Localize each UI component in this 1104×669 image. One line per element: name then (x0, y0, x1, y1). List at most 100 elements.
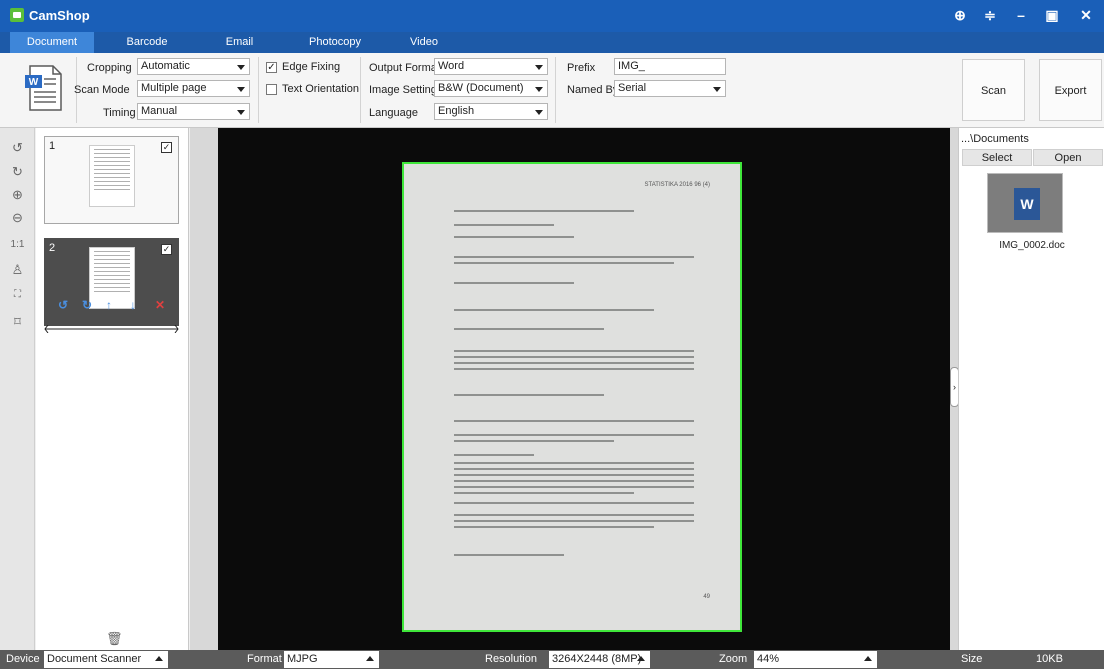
thumbnail-page-image (89, 145, 135, 207)
close-icon[interactable]: ✕ (1077, 6, 1095, 24)
text-line (454, 468, 694, 470)
output-format-select[interactable]: Word (434, 58, 548, 75)
word-document-icon: W (25, 65, 62, 111)
cropping-select[interactable]: Automatic (137, 58, 250, 75)
chevron-up-icon (637, 656, 645, 661)
timing-select[interactable]: Manual (137, 103, 250, 120)
size-value: 10KB (1036, 653, 1063, 665)
text-orientation-label: Text Orientation (282, 83, 360, 95)
trash-icon[interactable]: 🗑 (106, 631, 123, 647)
chevron-up-icon (864, 656, 872, 661)
size-label: Size (961, 653, 983, 665)
tool-column: ↺ ↻ ⊕ ⊖ 1:1 ♙ ⛶ ⌑ (0, 128, 35, 650)
stamp-icon[interactable]: ♙ (8, 260, 27, 279)
zoom-in-icon[interactable]: ⊕ (8, 185, 27, 204)
export-button[interactable]: Export (1039, 59, 1102, 121)
thumbnail-number: 2 (49, 242, 56, 254)
language-value: English (438, 105, 475, 117)
resolution-value: 3264X2448 (8MP) (552, 653, 642, 665)
edge-fixing-label: Edge Fixing (282, 61, 341, 73)
thumbnail-number: 1 (49, 140, 56, 152)
zoom-label: Zoom (719, 653, 748, 665)
scan-mode-select[interactable]: Multiple page (137, 80, 250, 97)
delete-icon[interactable]: ✕ (155, 298, 165, 312)
rotate-left-icon[interactable]: ↺ (58, 298, 68, 312)
fit-icon[interactable]: ⛶ (8, 285, 27, 304)
crop-icon[interactable]: ⌑ (8, 312, 27, 331)
text-line (454, 262, 674, 264)
settings-toolbar: W Cropping Automatic Scan Mode Multiple … (0, 53, 1104, 128)
prefix-input[interactable]: IMG_ (614, 58, 726, 75)
actual-size-icon[interactable]: 1:1 (8, 235, 27, 254)
language-select[interactable]: English (434, 103, 548, 120)
status-bar: Device Document Scanner Format MJPG Reso… (0, 650, 1104, 669)
prefix-value: IMG_ (618, 60, 645, 72)
thumbnail-checkbox[interactable]: ✓ (161, 142, 172, 153)
text-line (454, 256, 694, 258)
tab-bar: Document Barcode Email Photocopy Video (0, 32, 1104, 53)
chevron-up-icon (155, 656, 163, 661)
preview-canvas[interactable]: STATISTIKA 2016 96 (4) 49 (218, 128, 950, 650)
restore-icon[interactable]: ▣ (1043, 6, 1061, 24)
resolution-select[interactable]: 3264X2448 (8MP) (549, 651, 650, 668)
thumbnail-size-slider[interactable] (44, 325, 179, 333)
zoom-value: 44% (757, 653, 780, 665)
document-header: STATISTIKA 2016 96 (4) (644, 182, 710, 188)
select-folder-button[interactable]: Select (962, 149, 1032, 166)
text-orientation-checkbox[interactable] (266, 84, 277, 95)
text-line (454, 350, 694, 352)
edge-fixing-checkbox[interactable]: ✓ (266, 62, 277, 73)
named-by-label: Named By (567, 84, 619, 96)
thumbnail-actions: ↺ ↻ ↑ ↓ ✕ (44, 296, 179, 316)
format-label: Format (247, 653, 282, 665)
tab-video[interactable]: Video (398, 32, 450, 53)
cropping-value: Automatic (141, 60, 190, 72)
thumbnail-checkbox[interactable]: ✓ (161, 244, 172, 255)
tab-email[interactable]: Email (212, 32, 267, 53)
text-line (454, 282, 574, 284)
timing-label: Timing (103, 107, 136, 119)
named-by-select[interactable]: Serial (614, 80, 726, 97)
tab-photocopy[interactable]: Photocopy (296, 32, 374, 53)
image-settings-select[interactable]: B&W (Document) (434, 80, 548, 97)
text-line (454, 454, 534, 456)
rotate-right-icon[interactable]: ↻ (82, 298, 92, 312)
toolbar-divider (555, 57, 556, 123)
text-line (454, 526, 654, 528)
text-line (454, 554, 564, 556)
text-line (454, 502, 694, 504)
dropdown-icon[interactable]: ≑ (981, 6, 999, 24)
globe-icon[interactable]: ⊕ (951, 6, 969, 24)
svg-text:W: W (29, 77, 39, 88)
format-select[interactable]: MJPG (284, 651, 379, 668)
text-line (454, 420, 694, 422)
text-line (454, 492, 634, 494)
device-select[interactable]: Document Scanner (44, 651, 168, 668)
minimize-icon[interactable]: – (1012, 6, 1030, 24)
thumbnail-item[interactable]: 1 ✓ (44, 136, 179, 224)
open-folder-button[interactable]: Open (1033, 149, 1103, 166)
rotate-left-icon[interactable]: ↺ (8, 138, 27, 157)
output-format-label: Output Format (369, 62, 440, 74)
chevron-down-icon (713, 87, 721, 92)
named-by-value: Serial (618, 82, 647, 94)
text-line (454, 362, 694, 364)
tab-barcode[interactable]: Barcode (113, 32, 181, 53)
scan-button[interactable]: Scan (962, 59, 1025, 121)
tab-document[interactable]: Document (10, 32, 94, 53)
timing-value: Manual (141, 105, 178, 117)
move-down-icon[interactable]: ↓ (130, 298, 136, 312)
output-file-name: IMG_0002.doc (999, 240, 1065, 251)
rotate-right-icon[interactable]: ↻ (8, 162, 27, 181)
move-up-icon[interactable]: ↑ (106, 298, 112, 312)
thumbnail-panel: 1 ✓ 2 ✓ ↺ ↻ ↑ ↓ ✕ 🗑 (36, 128, 189, 650)
cropping-label: Cropping (87, 62, 132, 74)
scan-mode-label: Scan Mode (74, 84, 130, 96)
output-file-thumbnail[interactable]: W (987, 173, 1063, 233)
output-format-value: Word (438, 60, 465, 72)
device-value: Document Scanner (47, 653, 142, 665)
output-path: ...\Documents (961, 133, 1029, 145)
zoom-out-icon[interactable]: ⊖ (8, 208, 27, 227)
zoom-select[interactable]: 44% (754, 651, 877, 668)
toolbar-divider (360, 57, 361, 123)
